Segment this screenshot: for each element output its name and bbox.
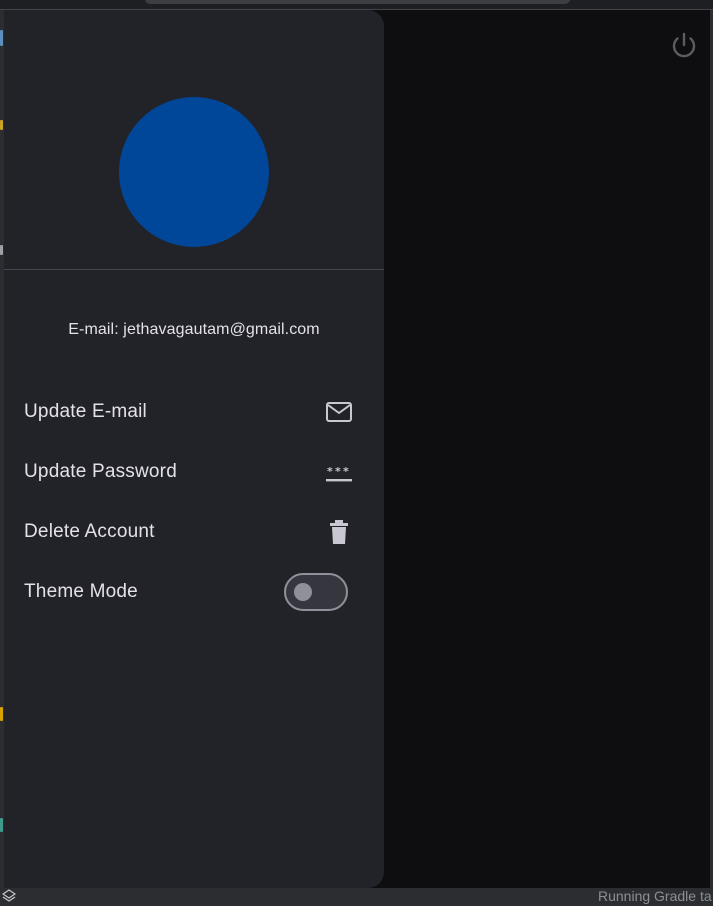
svg-text:*: * bbox=[335, 465, 341, 478]
tool-strip-mark bbox=[0, 707, 3, 721]
update-email-item[interactable]: Update E-mail bbox=[4, 382, 384, 442]
theme-mode-label: Theme Mode bbox=[24, 581, 138, 602]
ide-status-text: Running Gradle ta bbox=[598, 888, 712, 904]
password-icon: * * * bbox=[326, 465, 352, 482]
tool-strip-mark bbox=[0, 30, 3, 46]
svg-text:*: * bbox=[343, 465, 349, 478]
user-email-label: E-mail: jethavagautam@gmail.com bbox=[68, 321, 320, 338]
ide-window: E-mail: jethavagautam@gmail.com Update E… bbox=[0, 0, 713, 906]
ide-toolbar-pill bbox=[145, 0, 570, 4]
tool-strip-mark bbox=[0, 818, 3, 832]
update-password-item[interactable]: Update Password * * * bbox=[4, 442, 384, 502]
drawer-divider bbox=[4, 269, 384, 270]
toggle-knob bbox=[294, 583, 312, 601]
delete-account-item[interactable]: Delete Account bbox=[4, 502, 384, 562]
update-password-label: Update Password bbox=[24, 461, 177, 482]
update-email-label: Update E-mail bbox=[24, 401, 147, 422]
tool-strip-mark bbox=[0, 120, 3, 130]
layers-icon[interactable] bbox=[2, 889, 16, 903]
ide-status-bar: Running Gradle ta bbox=[0, 888, 713, 906]
tool-strip-mark bbox=[0, 245, 3, 255]
ide-top-bar bbox=[0, 0, 713, 10]
power-icon[interactable] bbox=[668, 30, 700, 62]
avatar[interactable] bbox=[119, 97, 269, 247]
delete-account-label: Delete Account bbox=[24, 521, 155, 542]
theme-mode-item: Theme Mode bbox=[4, 562, 384, 622]
mail-icon bbox=[326, 402, 352, 422]
trash-icon bbox=[330, 520, 348, 544]
theme-mode-toggle[interactable] bbox=[284, 573, 348, 611]
navigation-drawer: E-mail: jethavagautam@gmail.com Update E… bbox=[4, 10, 384, 888]
svg-text:*: * bbox=[327, 465, 333, 478]
emulator-app-screen: E-mail: jethavagautam@gmail.com Update E… bbox=[4, 10, 710, 888]
